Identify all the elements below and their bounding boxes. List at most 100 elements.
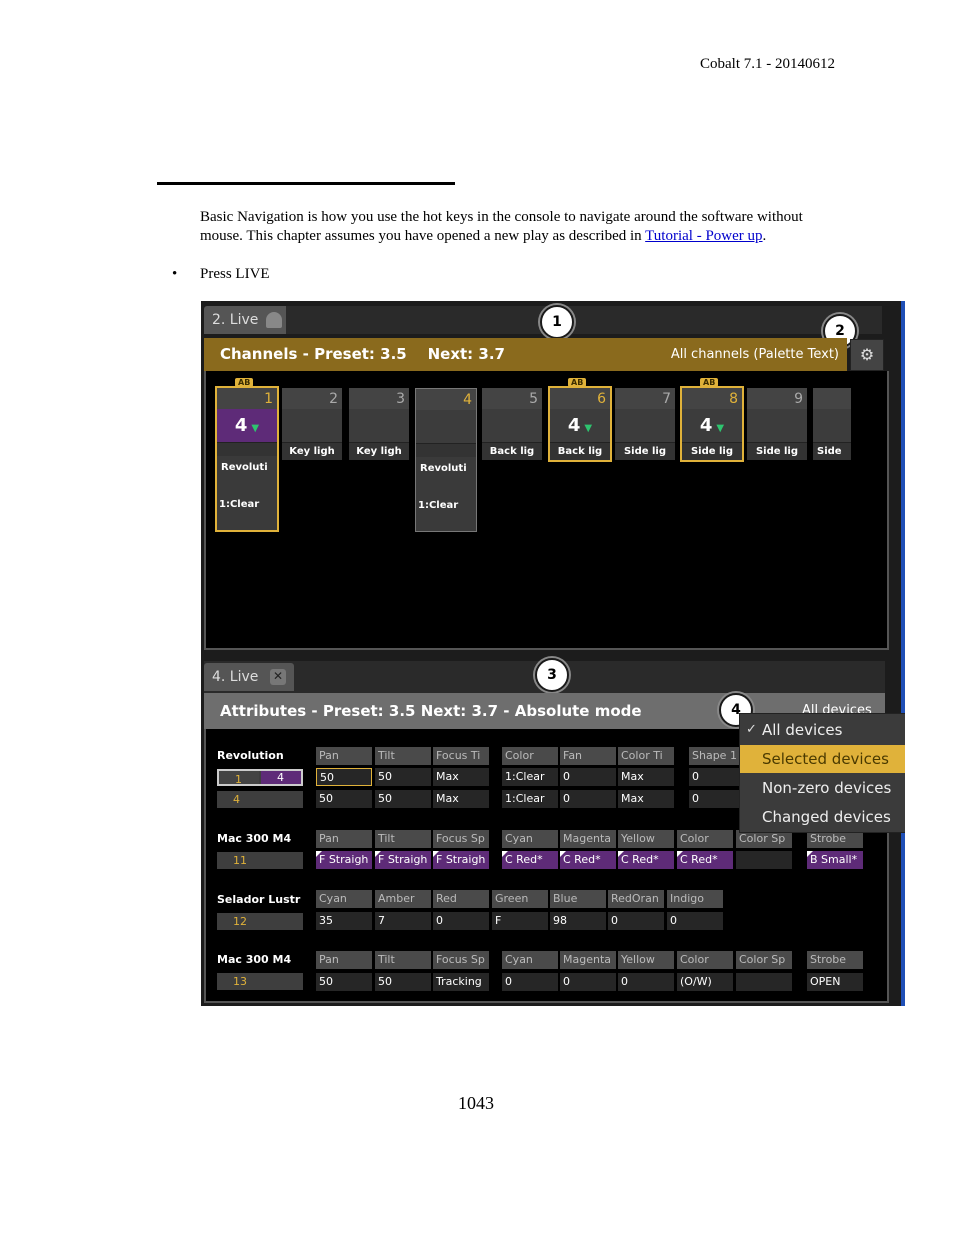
device-id[interactable]: 4 [217,791,303,808]
modified-marker-icon [375,851,381,857]
tab-label: 2. Live [212,312,259,328]
attribute-value[interactable]: F Straigh [316,851,372,869]
attribute-value[interactable]: (O/W) [677,973,733,991]
page-header: Cobalt 7.1 - 20140612 [700,56,835,72]
device-name: Revolution [217,749,284,762]
attribute-value[interactable]: 1:Clear [502,768,558,786]
channel-tile[interactable]: Side [813,388,851,460]
attribute-header: Pan [316,951,372,969]
attribute-value[interactable]: C Red* [502,851,558,869]
channel-number: 1 [217,388,277,409]
channel-tile[interactable]: 5 Back lig [482,388,542,460]
channels-filter-label[interactable]: All channels (Palette Text) [671,338,839,371]
channel-value: 4 ▼ [682,409,742,442]
modified-marker-icon [677,851,683,857]
modified-marker-icon [316,851,322,857]
attribute-header: Red [433,890,489,908]
attribute-value[interactable]: Max [618,790,674,808]
device-id[interactable]: 11 [217,852,303,869]
channel-number: 8 [682,388,742,409]
device-id[interactable]: 13 [217,973,303,990]
attribute-value[interactable]: 0 [689,790,739,808]
attribute-value[interactable]: 0 [560,790,616,808]
channel-tile[interactable]: AB 1 4 ▼ Revoluti 1:Clear [215,378,279,532]
device-id[interactable]: 12 [217,913,303,930]
modified-marker-icon [560,851,566,857]
attribute-value[interactable]: 0 [560,973,616,991]
attribute-value[interactable]: B Small* [807,851,863,869]
channel-value-text: 4 [567,415,581,436]
channel-value-text: 4 [234,415,248,436]
menu-item-label: Changed devices [762,808,891,826]
menu-item-non-zero-devices[interactable]: Non-zero devices [740,774,905,802]
menu-item-changed-devices[interactable]: Changed devices [740,803,905,831]
menu-item-label: All devices [762,721,843,739]
attribute-value[interactable]: 50 [316,973,372,991]
intro-text-end: . [762,228,767,244]
menu-item-selected-devices[interactable]: Selected devices [740,745,905,773]
channel-label: Back lig [482,442,542,460]
attribute-value[interactable]: C Red* [560,851,616,869]
tab-live-4[interactable]: 4. Live ✕ [204,663,294,691]
attribute-value[interactable]: OPEN [807,973,863,991]
attribute-value[interactable]: 50 [375,768,431,786]
attribute-value[interactable]: 7 [375,912,431,930]
attribute-value[interactable]: Max [433,768,489,786]
attribute-value[interactable]: 50 [375,973,431,991]
attribute-header: Color [677,830,733,848]
attribute-value[interactable] [736,973,792,991]
attributes-bar-title: Attributes - Preset: 3.5 Next: 3.7 - Abs… [220,702,642,720]
attribute-value[interactable]: F Straigh [433,851,489,869]
tutorial-link[interactable]: Tutorial - Power up [645,228,762,244]
attribute-header: Cyan [502,951,558,969]
channel-label [416,443,476,457]
attribute-value[interactable]: C Red* [618,851,674,869]
attribute-header: Tilt [375,830,431,848]
attribute-value[interactable]: 0 [560,768,616,786]
attribute-value[interactable]: 0 [502,973,558,991]
gear-icon[interactable]: ⚙ [850,339,884,371]
fixture-type: Revoluti [221,462,268,473]
section-rule [157,182,455,185]
device-id-selected[interactable]: 1 4 [217,769,303,786]
channel-tile[interactable]: 2 Key ligh [282,388,342,460]
attribute-value[interactable]: C Red* [677,851,733,869]
channel-label: Side lig [682,442,742,460]
channel-tile[interactable]: 4 Revoluti 1:Clear [415,388,477,532]
down-arrow-icon: ▼ [584,423,593,434]
attribute-value[interactable]: 98 [550,912,606,930]
channel-tile[interactable]: AB 6 4 ▼ Back lig [548,378,612,462]
channel-label: Key ligh [282,442,342,460]
channel-number: 9 [747,388,807,409]
channel-value: 4 ▼ [217,409,277,442]
attribute-value[interactable]: 50 [316,768,372,786]
attribute-value[interactable]: 0 [433,912,489,930]
lock-icon[interactable] [266,312,282,328]
attribute-value[interactable]: F Straigh [375,851,431,869]
channel-tile[interactable]: 3 Key ligh [349,388,409,460]
channel-tile[interactable]: 9 Side lig [747,388,807,460]
attribute-value[interactable]: Max [618,768,674,786]
attribute-value[interactable]: F [492,912,548,930]
fixture-type: Revoluti [420,463,467,474]
attribute-value[interactable]: Tracking [433,973,489,991]
attribute-value[interactable]: 0 [689,768,739,786]
attribute-value[interactable]: 0 [667,912,723,930]
channel-tile[interactable]: AB 8 4 ▼ Side lig [680,378,744,462]
attribute-value[interactable]: 50 [316,790,372,808]
channel-value [349,409,409,442]
attribute-value[interactable]: Max [433,790,489,808]
attribute-value[interactable]: 0 [618,973,674,991]
close-icon[interactable]: ✕ [270,669,286,685]
menu-item-all-devices[interactable]: ✓ All devices [740,716,905,744]
ab-badge: AB [700,378,719,387]
tab-live-2[interactable]: 2. Live [204,306,294,334]
channel-tile[interactable]: 7 Side lig [615,388,675,460]
attribute-header: Color [677,951,733,969]
attribute-value[interactable]: 35 [316,912,372,930]
attribute-value[interactable]: 50 [375,790,431,808]
attribute-value[interactable]: 0 [608,912,664,930]
attribute-value[interactable] [736,851,792,869]
attribute-value[interactable]: 1:Clear [502,790,558,808]
device-name: Mac 300 M4 [217,953,292,966]
